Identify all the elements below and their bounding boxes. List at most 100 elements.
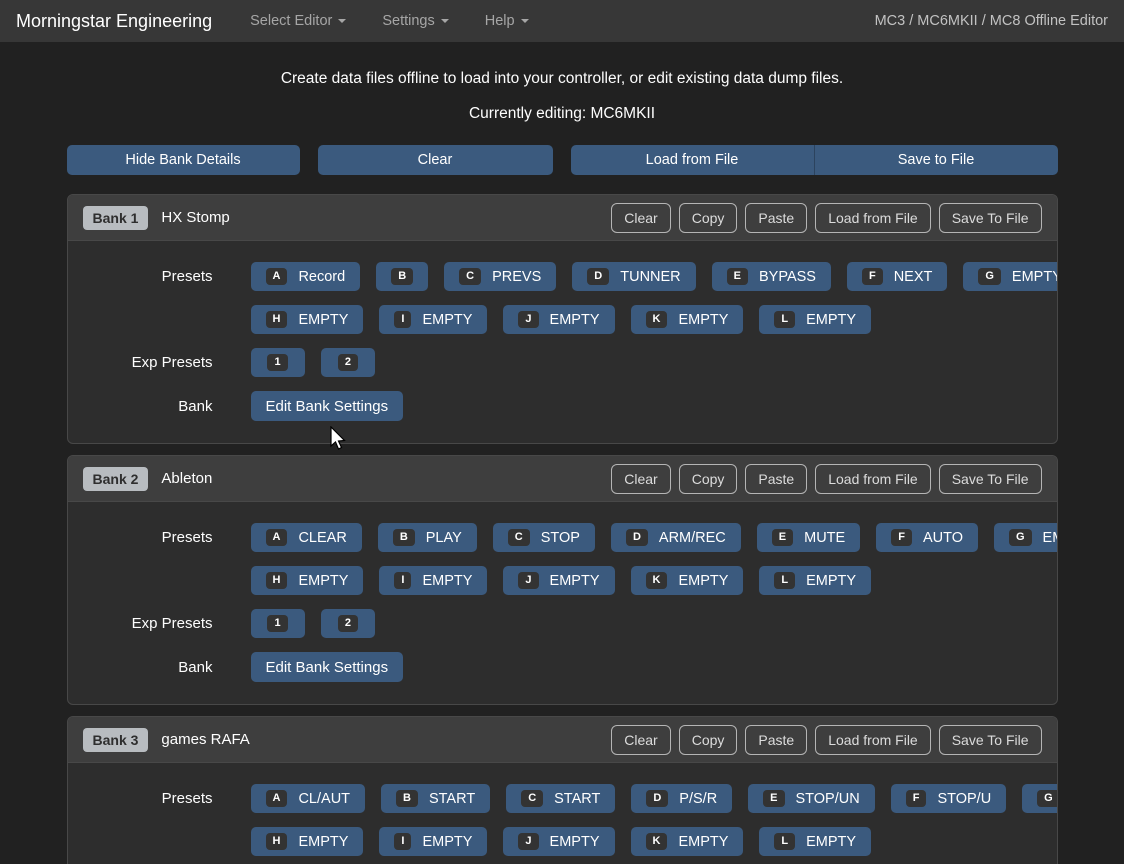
edit-bank-settings-button[interactable]: Edit Bank Settings — [251, 391, 404, 421]
brand-title[interactable]: Morningstar Engineering — [16, 11, 212, 32]
bank-save-to-file-button[interactable]: Save To File — [939, 464, 1042, 494]
preset-button-j[interactable]: JEMPTY — [503, 827, 614, 856]
bank-save-to-file-button[interactable]: Save To File — [939, 725, 1042, 755]
preset-button-e[interactable]: EBYPASS — [712, 262, 831, 291]
preset-name-label: CL/AUT — [298, 791, 350, 807]
preset-button-h[interactable]: HEMPTY — [251, 305, 364, 334]
preset-button-f[interactable]: FAUTO — [876, 523, 978, 552]
load-from-file-button[interactable]: Load from File — [571, 145, 815, 175]
preset-button-j[interactable]: JEMPTY — [503, 566, 614, 595]
preset-name-label: MUTE — [804, 530, 845, 546]
bank-label: Bank — [84, 659, 251, 676]
clear-all-button[interactable]: Clear — [318, 145, 553, 175]
preset-button-c[interactable]: CPREVS — [444, 262, 556, 291]
preset-key-badge: L — [774, 311, 795, 328]
preset-key-badge: G — [1009, 529, 1032, 546]
preset-button-j[interactable]: JEMPTY — [503, 305, 614, 334]
preset-key-badge: L — [774, 833, 795, 850]
save-to-file-button[interactable]: Save to File — [815, 145, 1058, 175]
preset-key-badge: A — [266, 268, 288, 285]
preset-button-f[interactable]: FSTOP/U — [891, 784, 1006, 813]
preset-button-a[interactable]: ACLEAR — [251, 523, 362, 552]
menu-help-label: Help — [485, 13, 515, 29]
bank-name[interactable]: Ableton — [161, 470, 212, 487]
bank-load-from-file-button[interactable]: Load from File — [815, 725, 930, 755]
preset-button-e[interactable]: EMUTE — [757, 523, 860, 552]
preset-button-i[interactable]: IEMPTY — [379, 827, 487, 856]
bank-copy-button[interactable]: Copy — [679, 203, 738, 233]
preset-key-badge: B — [393, 529, 415, 546]
preset-button-g[interactable]: GEMPTY — [994, 523, 1058, 552]
bank-paste-button[interactable]: Paste — [745, 203, 807, 233]
hide-bank-details-button[interactable]: Hide Bank Details — [67, 145, 300, 175]
menu-select-editor[interactable]: Select Editor — [236, 5, 360, 37]
preset-button-a[interactable]: ACL/AUT — [251, 784, 366, 813]
preset-button-c[interactable]: CSTART — [506, 784, 615, 813]
preset-name-label: EMPTY — [806, 573, 856, 589]
preset-name-label: EMPTY — [550, 834, 600, 850]
bank-3-body: Presets ACL/AUT BSTART CSTART DP/S/R ESTOP/U… — [68, 763, 1057, 864]
preset-button-i[interactable]: IEMPTY — [379, 305, 487, 334]
bank-name[interactable]: HX Stomp — [161, 209, 229, 226]
preset-button-l[interactable]: LEMPTY — [759, 305, 871, 334]
file-button-group: Load from File Save to File — [571, 145, 1058, 175]
preset-key-badge: H — [266, 572, 288, 589]
preset-button-g[interactable]: GEMPTY — [963, 262, 1057, 291]
preset-key-badge: I — [394, 311, 411, 328]
presets-label: Presets — [84, 790, 251, 807]
bank-clear-button[interactable]: Clear — [611, 464, 670, 494]
bank-clear-button[interactable]: Clear — [611, 725, 670, 755]
preset-key-badge: C — [508, 529, 530, 546]
exp-preset-2-button[interactable]: 2 — [321, 348, 375, 377]
bank-load-from-file-button[interactable]: Load from File — [815, 203, 930, 233]
preset-button-d[interactable]: DP/S/R — [631, 784, 732, 813]
preset-button-k[interactable]: KEMPTY — [631, 305, 744, 334]
preset-name-label: EMPTY — [298, 573, 348, 589]
preset-button-i[interactable]: I EMPTY — [379, 566, 487, 595]
preset-key-badge: B — [391, 268, 413, 285]
preset-button-k[interactable]: KEMPTY — [631, 566, 744, 595]
preset-key-badge: K — [646, 833, 668, 850]
preset-name-label: P/S/R — [679, 791, 717, 807]
preset-button-f[interactable]: FNEXT — [847, 262, 947, 291]
bank-copy-button[interactable]: Copy — [679, 464, 738, 494]
bank-2-actions: Clear Copy Paste Load from File Save To … — [611, 464, 1041, 494]
bank-paste-button[interactable]: Paste — [745, 464, 807, 494]
preset-name-label: EMPTY — [678, 312, 728, 328]
exp-preset-1-button[interactable]: 1 — [251, 609, 305, 638]
bank-paste-button[interactable]: Paste — [745, 725, 807, 755]
menu-help[interactable]: Help — [471, 5, 543, 37]
edit-bank-settings-button[interactable]: Edit Bank Settings — [251, 652, 404, 682]
preset-key-badge: I — [394, 572, 411, 589]
preset-button-c[interactable]: CSTOP — [493, 523, 595, 552]
preset-button-d[interactable]: DARM/REC — [611, 523, 741, 552]
preset-button-l[interactable]: L EMPTY — [759, 566, 871, 595]
preset-name-label: EMPTY — [422, 573, 472, 589]
bank-label: Bank — [84, 398, 251, 415]
preset-row-2: HEMPTYIEMPTYJEMPTYKEMPTYLEMPTY — [251, 827, 872, 856]
preset-button-d[interactable]: DTUNNER — [572, 262, 695, 291]
preset-button-k[interactable]: KEMPTY — [631, 827, 744, 856]
exp-preset-group: 1 2 — [251, 609, 375, 638]
preset-button-h[interactable]: H EMPTY — [251, 566, 364, 595]
bank-save-to-file-button[interactable]: Save To File — [939, 203, 1042, 233]
navbar-menu: Select Editor Settings Help — [236, 5, 874, 37]
bank-load-from-file-button[interactable]: Load from File — [815, 464, 930, 494]
preset-button-g[interactable]: GEMPTY — [1022, 784, 1057, 813]
menu-settings[interactable]: Settings — [368, 5, 462, 37]
preset-button-h[interactable]: HEMPTY — [251, 827, 364, 856]
preset-key-badge: K — [646, 572, 668, 589]
preset-button-a[interactable]: ARecord — [251, 262, 361, 291]
preset-button-e[interactable]: ESTOP/UN — [748, 784, 875, 813]
preset-button-b[interactable]: BSTART — [381, 784, 490, 813]
exp-preset-1-button[interactable]: 1 — [251, 348, 305, 377]
exp-preset-2-button[interactable]: 2 — [321, 609, 375, 638]
bank-name[interactable]: games RAFA — [161, 731, 249, 748]
preset-key-badge: G — [1037, 790, 1057, 807]
bank-copy-button[interactable]: Copy — [679, 725, 738, 755]
preset-button-b[interactable]: B — [376, 262, 428, 291]
preset-button-b[interactable]: BPLAY — [378, 523, 477, 552]
preset-button-l[interactable]: LEMPTY — [759, 827, 871, 856]
preset-key-badge: L — [774, 572, 795, 589]
bank-clear-button[interactable]: Clear — [611, 203, 670, 233]
